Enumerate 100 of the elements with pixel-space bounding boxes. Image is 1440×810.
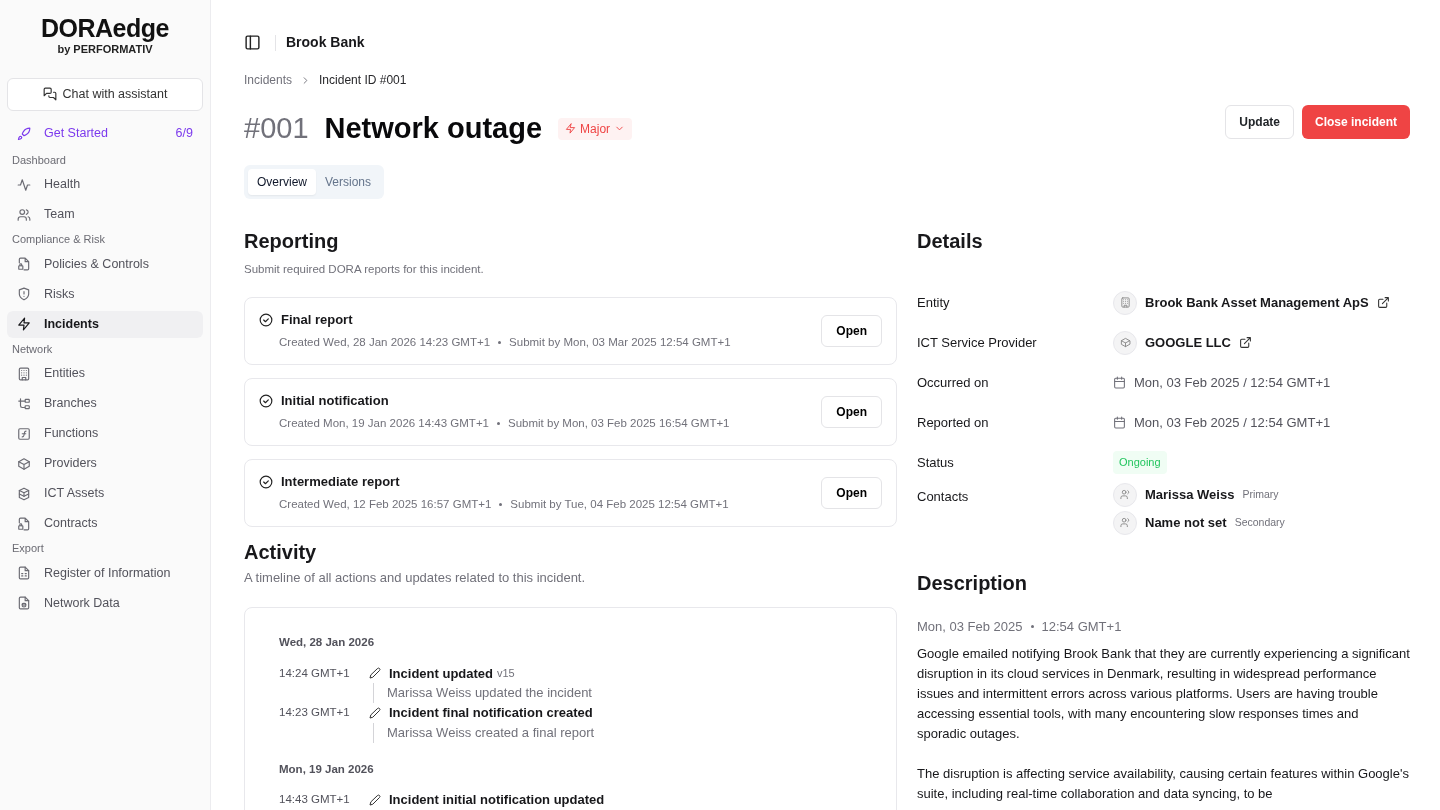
logo-byline: by PERFORMATIV bbox=[56, 42, 154, 57]
report-title: Final report bbox=[281, 311, 353, 330]
detail-label: ICT Service Provider bbox=[917, 333, 1038, 352]
check-circle-icon bbox=[259, 313, 273, 328]
separator-dot bbox=[497, 422, 500, 425]
sidebar-item[interactable]: Incidents bbox=[7, 310, 203, 338]
database-file-icon bbox=[17, 596, 31, 610]
calendar-icon bbox=[1113, 416, 1126, 429]
sidebar-item[interactable]: Providers bbox=[7, 450, 203, 477]
file-lock-icon bbox=[17, 516, 31, 531]
sidebar-toggle-icon bbox=[244, 34, 261, 51]
close-incident-button[interactable]: Close incident bbox=[1302, 104, 1410, 139]
timeline-date: Mon, 19 Jan 2026 bbox=[279, 761, 375, 777]
lightning-icon bbox=[565, 123, 577, 135]
building-icon bbox=[1119, 297, 1131, 308]
sidebar-item[interactable]: Contracts bbox=[7, 510, 203, 537]
pencil-icon bbox=[369, 793, 381, 806]
breadcrumb-current: Incident ID #001 bbox=[319, 72, 407, 89]
lightning-icon bbox=[17, 317, 31, 331]
section-subtitle: Submit required DORA reports for this incident. bbox=[244, 261, 485, 277]
description-time: 12:54 GMT+1 bbox=[1041, 617, 1122, 636]
sidebar-item[interactable]: Risks bbox=[7, 280, 203, 308]
created-date: Created Wed, 28 Jan 2026 14:23 GMT+1 bbox=[279, 334, 491, 350]
external-link-icon bbox=[1238, 336, 1252, 349]
section-heading: Activity bbox=[244, 539, 318, 564]
user-icon bbox=[1119, 517, 1131, 528]
sidebar-item[interactable]: Team bbox=[7, 201, 203, 228]
boxes-icon bbox=[17, 486, 31, 501]
section-heading: Reporting bbox=[244, 228, 340, 253]
check-circle-icon bbox=[259, 475, 273, 490]
pencil-icon bbox=[369, 706, 381, 719]
timeline-date: Wed, 28 Jan 2026 bbox=[279, 635, 376, 651]
get-started-label: Get Started bbox=[44, 125, 109, 143]
date-value: Mon, 03 Feb 2025 / 12:54 GMT+1 bbox=[1134, 413, 1331, 432]
building-icon bbox=[17, 366, 31, 381]
open-button[interactable]: Open bbox=[821, 314, 882, 347]
branch-icon bbox=[17, 396, 31, 411]
description-paragraph: Google emailed notifying Brook Bank that they are currently experiencing a significant disruption in its cloud services in Denmark, resulting in widespread performance issues and intermittent errors across various platforms. Users are having trouble accessing essential tools, with many encountering slow responses times and sporadic outages. bbox=[917, 645, 1410, 743]
submit-deadline: Submit by Mon, 03 Mar 2025 12:54 GMT+1 bbox=[509, 334, 731, 350]
description-paragraph: The disruption is affecting service availability, causing certain features within Google's suite, including real-time collaboration and data syncing, to be bbox=[917, 765, 1410, 803]
event-title: Incident initial notification updated bbox=[389, 790, 605, 809]
section-label: Dashboard bbox=[11, 152, 67, 168]
event-time: 14:23 GMT+1 bbox=[279, 705, 351, 721]
sidebar-item[interactable]: Network Data bbox=[7, 589, 203, 617]
chat-icon bbox=[42, 87, 57, 101]
detail-link[interactable]: Brook Bank Asset Management ApS bbox=[1145, 292, 1369, 313]
sidebar-item[interactable]: ICT Assets bbox=[7, 480, 203, 507]
separator-dot bbox=[499, 503, 503, 506]
event-time: 14:24 GMT+1 bbox=[279, 665, 351, 681]
section-label: Export bbox=[11, 541, 45, 556]
sidebar-item[interactable]: Health bbox=[7, 171, 203, 198]
breadcrumb-link[interactable]: Incidents bbox=[244, 71, 293, 89]
status-badge: Ongoing bbox=[1113, 451, 1167, 474]
pencil-icon bbox=[369, 667, 381, 680]
detail-label: Status bbox=[917, 453, 955, 472]
tab[interactable]: Overview bbox=[248, 168, 316, 195]
file-lock-icon bbox=[17, 257, 31, 271]
incident-number: #001 bbox=[244, 111, 309, 146]
event-description: Marissa Weiss updated the incident bbox=[373, 683, 862, 703]
report-title: Intermediate report bbox=[281, 473, 400, 492]
sidebar-item[interactable]: Entities bbox=[7, 360, 203, 387]
detail-label: Reported on bbox=[917, 413, 990, 432]
tab[interactable]: Versions bbox=[316, 168, 381, 195]
section-heading: Details bbox=[917, 228, 984, 253]
sidebar-item[interactable]: Register of Information bbox=[7, 559, 203, 587]
progress-count: 6/9 bbox=[175, 125, 193, 143]
update-button[interactable]: Update bbox=[1225, 104, 1294, 139]
logo-text: DORAedge bbox=[40, 16, 170, 41]
event-title: Incident final notification created bbox=[389, 704, 593, 722]
event-title: Incident updated bbox=[389, 664, 493, 683]
description-date: Mon, 03 Feb 2025 bbox=[917, 617, 1023, 636]
open-button[interactable]: Open bbox=[821, 395, 882, 428]
version-label: v15 bbox=[497, 666, 515, 681]
function-icon bbox=[17, 426, 31, 441]
external-link-icon bbox=[1376, 296, 1390, 309]
section-heading: Description bbox=[917, 570, 1029, 595]
contact-name: Name not set bbox=[1145, 513, 1227, 532]
created-date: Created Mon, 19 Jan 2026 14:43 GMT+1 bbox=[279, 415, 489, 431]
detail-label: Contacts bbox=[917, 487, 970, 506]
get-started-link[interactable]: Get Started 6/9 bbox=[7, 118, 203, 149]
shield-icon bbox=[17, 287, 31, 301]
organization-name: Brook Bank bbox=[286, 33, 365, 52]
severity-dropdown[interactable]: Major bbox=[558, 117, 633, 140]
users-icon bbox=[17, 207, 31, 222]
separator-dot bbox=[1030, 624, 1034, 628]
report-title: Initial notification bbox=[281, 392, 389, 411]
box-icon bbox=[1119, 337, 1131, 348]
sidebar-item[interactable]: Branches bbox=[7, 390, 203, 417]
section-subtitle: A timeline of all actions and updates related to this incident. bbox=[244, 568, 587, 587]
sidebar-item[interactable]: Functions bbox=[7, 420, 203, 447]
created-date: Created Wed, 12 Feb 2025 16:57 GMT+1 bbox=[279, 496, 492, 512]
detail-link[interactable]: GOOGLE LLC bbox=[1145, 332, 1231, 353]
chat-button[interactable]: Chat with assistant bbox=[7, 77, 203, 111]
activity-icon bbox=[17, 177, 31, 192]
check-circle-icon bbox=[259, 394, 273, 409]
event-description: Marissa Weiss created a final report bbox=[373, 722, 862, 743]
box-icon bbox=[17, 456, 31, 471]
user-icon bbox=[1119, 489, 1131, 500]
sidebar-item[interactable]: Policies & Controls bbox=[7, 250, 203, 278]
open-button[interactable]: Open bbox=[821, 476, 882, 509]
